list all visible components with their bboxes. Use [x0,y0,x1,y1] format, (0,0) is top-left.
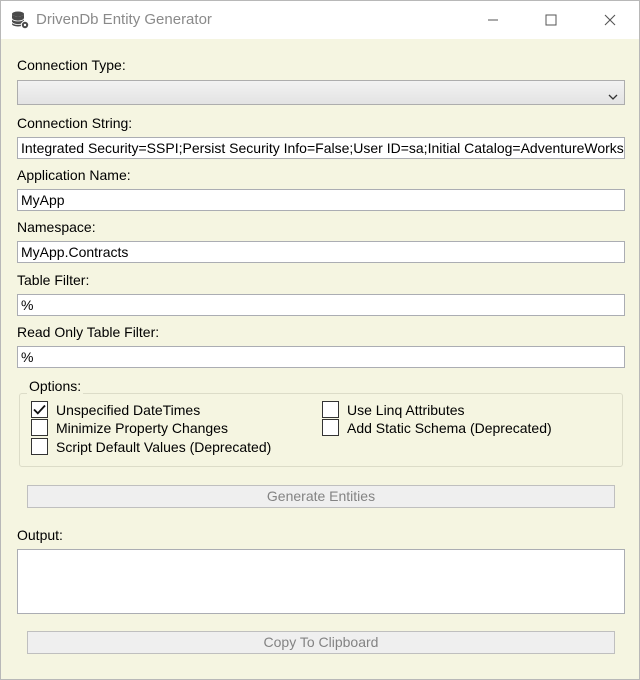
maximize-icon [545,14,557,26]
checkbox-label: Unspecified DateTimes [56,401,201,418]
checkbox-box[interactable] [31,438,48,455]
script-default-values-checkbox[interactable]: Script Default Values (Deprecated) [31,438,271,455]
application-name-input[interactable]: MyApp [17,189,625,211]
generate-entities-button[interactable]: Generate Entities [27,485,615,508]
output-textarea[interactable] [17,549,625,614]
readonly-table-filter-input[interactable]: % [17,346,625,368]
connection-string-label: Connection String: [17,115,133,131]
checkbox-box[interactable] [31,419,48,436]
maximize-button[interactable] [528,1,574,39]
connection-string-input[interactable]: Integrated Security=SSPI;Persist Securit… [17,137,625,159]
minimize-property-changes-checkbox[interactable]: Minimize Property Changes [31,419,228,436]
checkbox-label: Minimize Property Changes [56,419,228,436]
copy-to-clipboard-button[interactable]: Copy To Clipboard [27,631,615,654]
minimize-button[interactable] [470,1,516,39]
minimize-icon [488,19,498,21]
application-name-label: Application Name: [17,167,131,183]
readonly-table-filter-label: Read Only Table Filter: [17,324,160,340]
unspecified-datetimes-checkbox[interactable]: Unspecified DateTimes [31,401,200,418]
namespace-input[interactable]: MyApp.Contracts [17,241,625,263]
checkbox-box[interactable] [322,419,339,436]
checkbox-label: Add Static Schema (Deprecated) [347,419,552,436]
table-filter-label: Table Filter: [17,272,90,288]
close-button[interactable] [587,1,633,39]
form-content: Connection Type: Connection String: Inte… [1,39,639,679]
table-filter-input[interactable]: % [17,294,625,316]
title-bar[interactable]: DrivenDb Entity Generator [1,1,639,39]
window-title: DrivenDb Entity Generator [36,11,212,28]
checkmark-icon [33,404,46,415]
connection-type-select[interactable] [17,80,625,105]
checkbox-box[interactable] [31,401,48,418]
connection-type-label: Connection Type: [17,57,126,73]
checkbox-box[interactable] [322,401,339,418]
namespace-label: Namespace: [17,219,96,235]
use-linq-attributes-checkbox[interactable]: Use Linq Attributes [322,401,465,418]
checkbox-label: Script Default Values (Deprecated) [56,438,272,455]
close-icon [604,14,616,26]
database-gear-icon [10,10,30,30]
checkbox-label: Use Linq Attributes [347,401,465,418]
add-static-schema-checkbox[interactable]: Add Static Schema (Deprecated) [322,419,552,436]
options-group-label: Options: [27,378,84,394]
output-label: Output: [17,527,63,543]
chevron-down-icon [608,88,618,104]
main-window: DrivenDb Entity Generator Connection Typ… [0,0,640,680]
